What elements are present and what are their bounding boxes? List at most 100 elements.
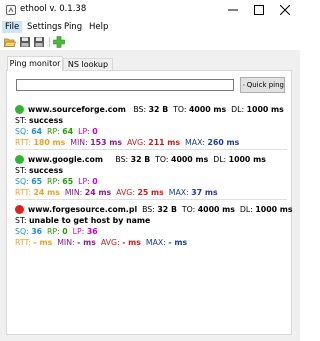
- sq-value: 36: [31, 227, 43, 236]
- bs-value: 32 B: [157, 205, 177, 214]
- maximize-icon: [254, 5, 264, 15]
- rp-value: 65: [62, 177, 74, 186]
- lp-label: LP:: [78, 127, 90, 136]
- save-icon[interactable]: [19, 36, 31, 48]
- rtt-value: - ms: [33, 238, 53, 247]
- status-error-icon: [15, 205, 24, 214]
- avg-value: - ms: [122, 238, 141, 247]
- dl-value: 1000 ms: [246, 105, 284, 114]
- st-label: ST:: [15, 216, 27, 225]
- avg-label: AVG:: [116, 188, 135, 197]
- st-value: unable to get host by name: [28, 216, 151, 225]
- maximize-button[interactable]: [246, 0, 272, 20]
- min-label: MIN:: [57, 238, 75, 247]
- rp-label: RP:: [47, 177, 60, 186]
- tab-ping-monitor[interactable]: Ping monitor: [7, 56, 63, 71]
- bs-label: BS:: [115, 155, 129, 164]
- to-label: TO:: [181, 205, 196, 214]
- status-ok-icon: [15, 105, 24, 114]
- min-value: 24 ms: [84, 188, 112, 197]
- min-value: - ms: [77, 238, 96, 247]
- rtt-label: RTT:: [15, 138, 32, 147]
- quick-ping-button[interactable]: Quick ping: [240, 77, 285, 93]
- max-label: MAX:: [168, 188, 189, 197]
- dl-label: DL:: [239, 205, 253, 214]
- host-name[interactable]: www.sourceforge.com: [28, 105, 126, 114]
- max-value: 37 ms: [191, 188, 218, 197]
- to-value: 4000 ms: [171, 155, 209, 164]
- rp-value: 64: [62, 127, 74, 136]
- client-area: Ping monitor NS lookup Quick ping www.so…: [0, 51, 300, 341]
- dl-value: 1000 ms: [228, 155, 266, 164]
- lp-value: 36: [86, 227, 98, 236]
- toolbar: [0, 34, 300, 51]
- max-label: MAX:: [145, 238, 166, 247]
- max-value: 260 ms: [207, 138, 240, 147]
- avg-value: 25 ms: [137, 188, 164, 197]
- sq-value: 65: [31, 177, 43, 186]
- lp-label: LP:: [72, 227, 85, 236]
- open-folder-icon[interactable]: [4, 36, 16, 48]
- sq-label: SQ:: [15, 127, 29, 136]
- rp-value: 0: [62, 227, 68, 236]
- save-all-icon[interactable]: [33, 36, 45, 48]
- avg-label: AVG:: [100, 238, 120, 247]
- app-window: ethool v. 0.1.38 File Settings Ping Help: [0, 0, 300, 341]
- st-value: success: [28, 116, 63, 125]
- lp-value: 0: [92, 177, 98, 186]
- menu-help[interactable]: Help: [86, 21, 111, 33]
- max-label: MAX:: [185, 138, 206, 147]
- menu-file[interactable]: File: [2, 21, 23, 33]
- to-label: TO:: [155, 155, 169, 164]
- rtt-value: 24 ms: [33, 188, 60, 197]
- st-label: ST:: [15, 166, 27, 175]
- host-name[interactable]: www.google.com: [28, 155, 103, 164]
- quick-ping-label: Quick ping: [246, 81, 284, 89]
- ping-monitor-panel: Quick ping www.sourceforge.com BS: 32 B …: [6, 70, 293, 335]
- bs-label: BS:: [133, 105, 147, 114]
- host-input[interactable]: [16, 79, 234, 91]
- rp-label: RP:: [47, 127, 60, 136]
- add-icon[interactable]: [53, 36, 65, 48]
- st-value: success: [28, 166, 63, 175]
- st-label: ST:: [15, 116, 27, 125]
- avg-value: 211 ms: [148, 138, 181, 147]
- to-label: TO:: [173, 105, 187, 114]
- status-ok-icon: [15, 155, 24, 164]
- bs-value: 32 B: [130, 155, 151, 164]
- to-value: 4000 ms: [197, 205, 235, 214]
- window-title: ethool v. 0.1.38: [20, 4, 87, 14]
- lp-label: LP:: [78, 177, 90, 186]
- min-label: MIN:: [70, 138, 88, 147]
- close-button[interactable]: [272, 0, 298, 20]
- close-icon: [280, 5, 290, 15]
- dl-label: DL:: [231, 105, 245, 114]
- menu-bar: File Settings Ping Help: [0, 20, 300, 34]
- result-divider: [15, 149, 287, 150]
- minimize-icon: [228, 9, 238, 11]
- bs-label: BS:: [142, 205, 155, 214]
- menu-settings[interactable]: Settings: [24, 21, 65, 33]
- rp-label: RP:: [47, 227, 60, 236]
- minimize-button[interactable]: [220, 0, 246, 20]
- min-value: 153 ms: [90, 138, 122, 147]
- lp-value: 0: [92, 127, 98, 136]
- bs-value: 32 B: [148, 105, 169, 114]
- dl-value: 1000 ms: [255, 205, 293, 214]
- rtt-label: RTT:: [15, 188, 32, 197]
- app-icon: [6, 5, 16, 15]
- rtt-label: RTT:: [15, 238, 32, 247]
- rtt-value: 180 ms: [33, 138, 66, 147]
- max-value: - ms: [168, 238, 188, 247]
- sq-label: SQ:: [15, 177, 29, 186]
- sq-value: 64: [31, 127, 43, 136]
- sq-label: SQ:: [15, 227, 29, 236]
- title-bar[interactable]: ethool v. 0.1.38: [0, 0, 300, 20]
- dl-label: DL:: [213, 155, 227, 164]
- add-icon: [243, 84, 245, 86]
- host-name[interactable]: www.forgesource.com.pl: [28, 205, 137, 214]
- toolbar-separator: [49, 37, 50, 47]
- min-label: MIN:: [64, 188, 83, 197]
- menu-ping[interactable]: Ping: [61, 21, 85, 33]
- to-value: 4000 ms: [188, 105, 227, 114]
